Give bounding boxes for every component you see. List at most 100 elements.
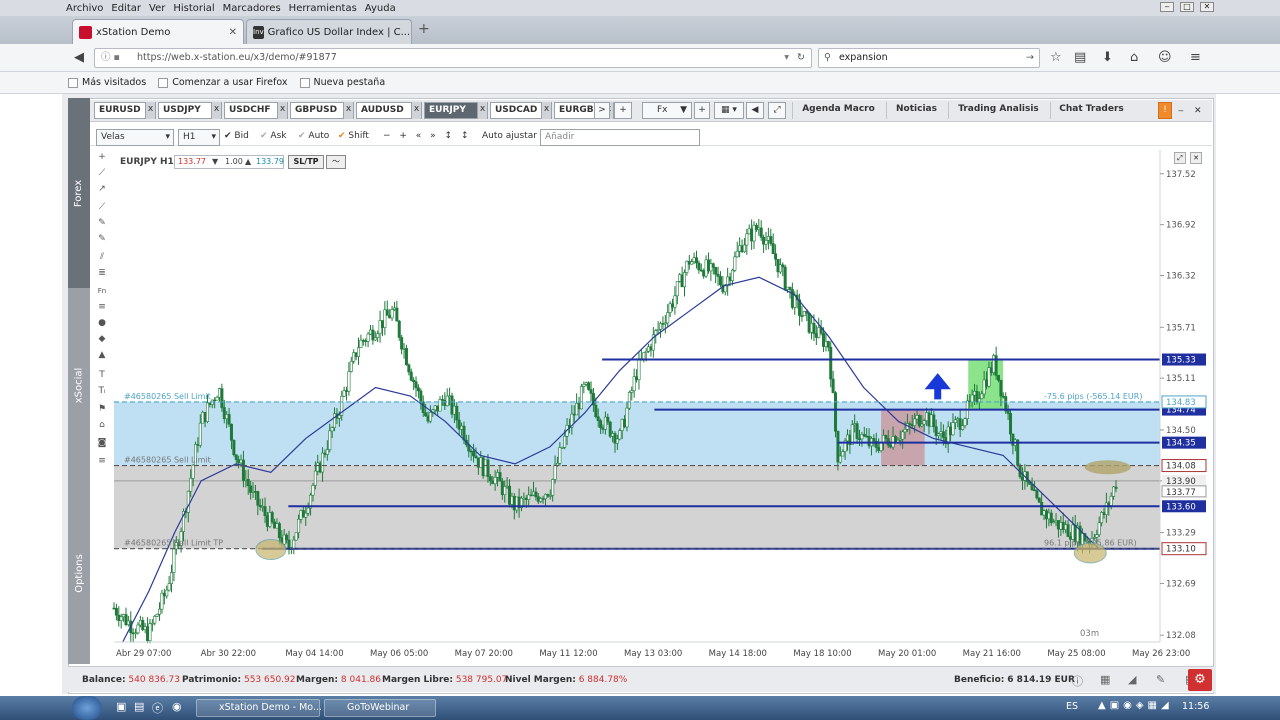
interval-select[interactable]: H1 ▾ — [178, 129, 220, 146]
taskbar-item-xstation[interactable]: xStation Demo - Mo... — [196, 699, 322, 717]
back-icon[interactable]: ◀ — [74, 50, 84, 65]
noticias-button[interactable]: Noticias — [886, 102, 946, 119]
site-info-icon[interactable]: ⓘ ▪ — [101, 49, 120, 67]
side-tab-options[interactable]: Options — [68, 482, 90, 664]
info-icon[interactable]: ⓘ — [1072, 673, 1083, 689]
menu-marcadores[interactable]: Marcadores — [223, 3, 281, 14]
next-symbol-button[interactable]: > — [594, 102, 610, 119]
close-symbol-icon[interactable]: x — [145, 102, 155, 119]
menu-archivo[interactable]: Archivo — [66, 3, 103, 14]
minimize-icon[interactable]: ‒ — [1160, 2, 1174, 12]
buy-price[interactable]: 133.79 — [256, 156, 284, 168]
chart-close-icon[interactable]: ✕ — [1190, 152, 1202, 164]
prev-button[interactable]: ◀ — [746, 102, 764, 119]
candle-body — [241, 459, 245, 481]
close-tab-icon[interactable]: ✕ — [229, 27, 237, 38]
menu-editar[interactable]: Editar — [111, 3, 141, 14]
chart-type-select[interactable]: Velas ▾ — [96, 129, 174, 146]
tab-grafico[interactable]: Inv Grafico US Dollar Index | C... — [246, 19, 412, 44]
sltp-button[interactable]: SL/TP — [288, 155, 324, 169]
ask-toggle[interactable]: ✔ Ask — [260, 129, 286, 143]
ie-icon[interactable]: ⓔ — [152, 700, 163, 716]
chat-icon[interactable]: ☺ — [1158, 50, 1172, 65]
add-indicator-input[interactable]: Añadir — [540, 129, 700, 146]
bookmark-nueva-pestana[interactable]: Nueva pestaña — [299, 77, 385, 88]
start-button-icon[interactable] — [72, 696, 102, 720]
symbol-tab-usdchf[interactable]: USDCHF x — [224, 102, 288, 119]
symbol-tab-eurusd[interactable]: EURUSD x — [94, 102, 156, 119]
equity-label: Patrimonio: — [182, 675, 242, 685]
star-icon[interactable]: ☆ — [1050, 50, 1062, 65]
sell-price[interactable]: 133.77 — [178, 156, 206, 168]
symbol-tab-eurjpy[interactable]: EURJPY x — [424, 102, 488, 119]
volume-down-icon[interactable]: ▼ — [212, 156, 218, 168]
settings-gear-icon[interactable]: ⚙ — [1188, 669, 1212, 691]
menu-historial[interactable]: Historial — [173, 3, 214, 14]
language-indicator[interactable]: ES — [1066, 701, 1078, 712]
explorer-icon[interactable]: ▤ — [134, 700, 144, 713]
fx-select[interactable]: Fx ▼ — [642, 102, 692, 119]
menu-herramientas[interactable]: Herramientas — [289, 3, 357, 14]
taskbar-item-gotowebinar[interactable]: GoToWebinar — [324, 699, 436, 717]
candle-body — [913, 418, 917, 426]
show-desktop-icon[interactable]: ▣ — [116, 700, 126, 713]
tray-icons[interactable]: ▲▣◉◈▦◢ — [1098, 700, 1173, 711]
search-input[interactable]: ⚲ expansion → — [818, 48, 1040, 68]
minimize-panel-icon[interactable]: ‒ — [1178, 104, 1184, 118]
add-symbol-button[interactable]: + — [614, 102, 632, 119]
symbol-tab-usdcad[interactable]: USDCAD x — [490, 102, 552, 119]
chart-settings-icon[interactable]: ⤢ — [1174, 152, 1186, 164]
agenda-macro-button[interactable]: Agenda Macro — [792, 102, 884, 119]
close-symbol-icon[interactable]: x — [211, 102, 221, 119]
close-symbol-icon[interactable]: x — [541, 102, 551, 119]
symbol-tab-gbpusd[interactable]: GBPUSD x — [290, 102, 354, 119]
tab-xstation[interactable]: xStation Demo ✕ — [72, 19, 244, 44]
reading-list-icon[interactable]: ▤ — [1074, 50, 1086, 65]
volume-up-icon[interactable]: ▲ — [245, 156, 251, 168]
candle-body — [306, 507, 310, 514]
quick-trade-widget[interactable]: 133.77 ▼ 1.00 ▲ 133.79 — [174, 155, 284, 169]
shift-toggle[interactable]: ✔ Shift — [338, 129, 369, 143]
reload-icon[interactable]: ↻ — [797, 49, 805, 67]
symbol-tab-usdjpy[interactable]: USDJPY x — [158, 102, 222, 119]
dropdown-icon[interactable]: ▾ — [784, 49, 789, 67]
sound-icon[interactable]: ◢ — [1128, 673, 1136, 686]
auto-adjust-toggle[interactable]: Auto ajustar — [482, 129, 537, 143]
alert-bell-icon[interactable]: ✎ — [1156, 673, 1165, 686]
layout-select[interactable]: ▦ ▾ — [714, 102, 744, 119]
expand-icon[interactable]: ⤢ — [768, 102, 786, 119]
chat-traders-button[interactable]: Chat Traders — [1050, 102, 1132, 119]
close-symbol-icon[interactable]: x — [411, 102, 421, 119]
home-icon[interactable]: ⌂ — [1130, 50, 1138, 65]
url-bar[interactable]: ⓘ ▪ https://web.x-station.eu/x3/demo/#91… — [94, 48, 812, 68]
zoom-tools[interactable]: − + « » ↕ ↕ — [383, 129, 471, 143]
close-symbol-icon[interactable]: x — [477, 102, 487, 119]
bookmark-mas-visitados[interactable]: Más visitados — [68, 77, 146, 88]
close-symbol-icon[interactable]: x — [343, 102, 353, 119]
close-panel-icon[interactable]: ✕ — [1194, 104, 1202, 118]
alert-icon[interactable]: ! — [1158, 102, 1172, 119]
maximize-icon[interactable]: □ — [1180, 2, 1194, 12]
chart-style-icon[interactable]: 〜 — [326, 155, 346, 169]
side-tab-forex[interactable]: Forex — [68, 98, 90, 288]
search-go-icon[interactable]: → — [1026, 49, 1034, 67]
download-icon[interactable]: ⬇ — [1102, 50, 1113, 65]
calculator-icon[interactable]: ▦ — [1100, 673, 1110, 686]
trading-analisis-button[interactable]: Trading Analisis — [948, 102, 1048, 119]
bookmark-comenzar[interactable]: Comenzar a usar Firefox — [158, 77, 288, 88]
add-chart-button[interactable]: + — [694, 102, 710, 119]
symbol-tab-audusd[interactable]: AUDUSD x — [356, 102, 422, 119]
side-tab-xsocial[interactable]: xSocial — [68, 290, 90, 480]
new-tab-button[interactable]: + — [418, 21, 430, 37]
hamburger-menu-icon[interactable]: ≡ — [1190, 50, 1201, 65]
menu-ayuda[interactable]: Ayuda — [365, 3, 396, 14]
bid-toggle[interactable]: ✔ Bid — [224, 129, 249, 143]
candle-body — [191, 464, 195, 479]
menu-ver[interactable]: Ver — [149, 3, 165, 14]
close-symbol-icon[interactable]: x — [277, 102, 287, 119]
close-icon[interactable]: ✕ — [1200, 2, 1214, 12]
auto-toggle[interactable]: ✔ Auto — [298, 129, 329, 143]
volume-value[interactable]: 1.00 — [225, 156, 243, 168]
firefox-icon[interactable]: ◉ — [172, 700, 182, 713]
price-chart[interactable]: 135.33134.74134.35133.60133.10#46580265 … — [90, 150, 1208, 662]
